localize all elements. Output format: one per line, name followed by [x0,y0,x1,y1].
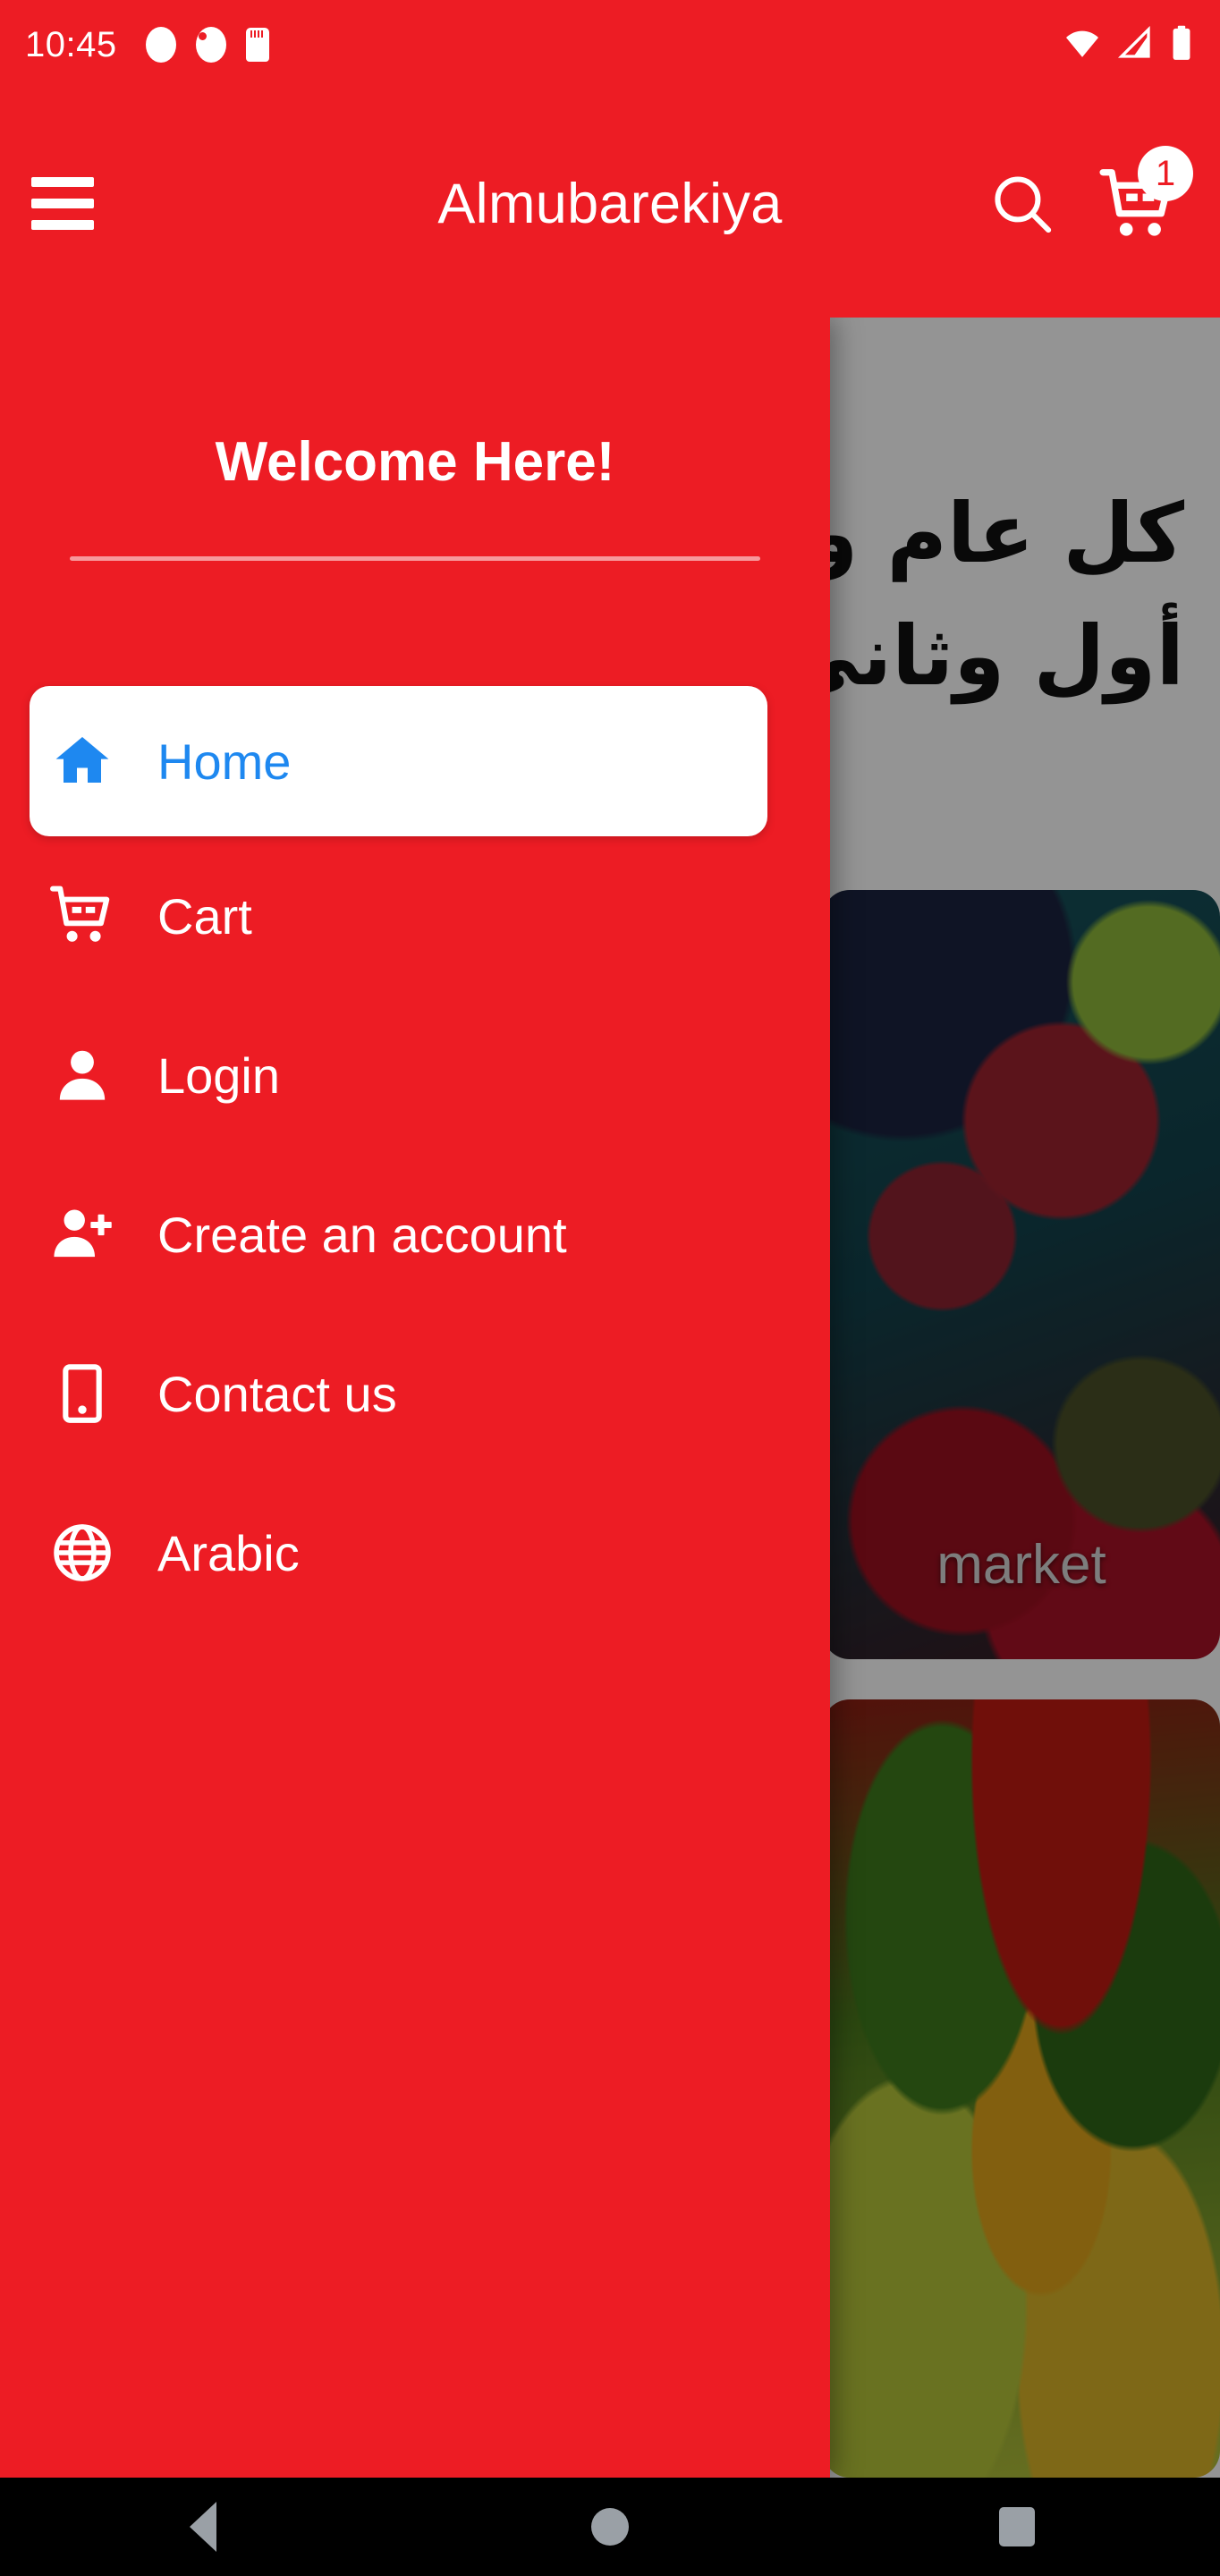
cart-badge: 1 [1138,145,1193,201]
sd-card-icon [245,28,269,62]
recents-button[interactable] [945,2478,1089,2576]
phone-screen: كل عام وأنتم أول وثاني market Welcome He… [0,0,1220,2576]
hamburger-line-2 [31,199,94,208]
drawer-item-create-account[interactable]: Create an account [0,1155,830,1314]
drawer-divider [70,556,760,561]
navigation-drawer: Welcome Here! Home Cart Login Create an … [0,318,830,2478]
shopping-cart-icon [34,882,131,950]
status-bar: 10:45 [0,0,1220,89]
battery-icon [1168,24,1195,66]
hamburger-line-1 [31,177,94,187]
home-icon [34,729,131,793]
person-icon [34,1043,131,1107]
home-button[interactable] [538,2478,682,2576]
recents-square-icon [998,2507,1035,2546]
drawer-item-create-account-label: Create an account [157,1206,567,1263]
status-bar-right-icons [1063,24,1195,66]
drawer-item-cart-label: Cart [157,887,252,945]
person-add-icon [34,1200,131,1268]
drawer-item-arabic[interactable]: Arabic [0,1473,830,1632]
android-nav-bar [0,2478,1220,2576]
drawer-item-home-label: Home [157,733,292,790]
drawer-item-home[interactable]: Home [30,686,767,836]
drawer-menu-list: Home Cart Login Create an account Contac… [0,686,830,1632]
status-bar-left-icons [145,27,269,63]
mobile-phone-icon [34,1362,131,1425]
hamburger-line-3 [31,220,94,230]
notification-dot-icon [145,27,176,63]
status-bar-clock: 10:45 [25,25,117,64]
drawer-item-contact-us[interactable]: Contact us [0,1314,830,1473]
drawer-item-login[interactable]: Login [0,996,830,1155]
search-icon[interactable] [981,163,1063,245]
hamburger-menu-icon[interactable] [25,163,107,245]
battery-saver-icon [195,27,226,63]
back-button[interactable] [131,2478,275,2576]
drawer-item-arabic-label: Arabic [157,1524,300,1581]
drawer-item-cart[interactable]: Cart [0,836,830,996]
cellular-signal-icon [1116,25,1154,65]
shopping-cart-icon[interactable]: 1 [1089,145,1193,253]
globe-icon [34,1520,131,1586]
drawer-welcome-title: Welcome Here! [215,431,615,493]
back-triangle-icon [190,2502,217,2552]
wifi-icon [1063,25,1102,65]
home-circle-icon [590,2508,629,2546]
drawer-item-login-label: Login [157,1046,281,1104]
drawer-item-contact-us-label: Contact us [157,1365,397,1422]
app-bar: Almubarekiya 1 [0,89,1220,318]
